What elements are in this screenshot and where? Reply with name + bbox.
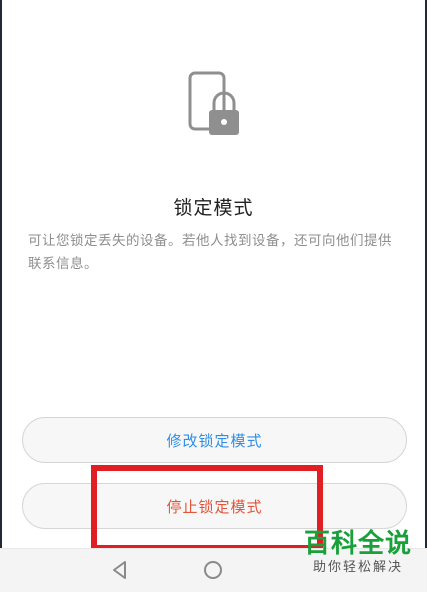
modify-lock-mode-button[interactable]: 修改锁定模式: [22, 417, 407, 463]
watermark-main-text: 百科全说: [303, 529, 412, 559]
highlight-annotation-box: [91, 465, 323, 551]
back-icon[interactable]: [110, 560, 130, 580]
home-icon[interactable]: [204, 561, 222, 579]
phone-lock-icon: [185, 70, 245, 140]
page-title: 锁定模式: [173, 197, 254, 219]
left-edge-bar: [0, 0, 2, 591]
lock-mode-description: 可让您锁定丢失的设备。若他人找到设备，还可向他们提供联系信息。: [28, 233, 392, 272]
watermark-logo: 百科全说 助你轻松解决: [296, 529, 420, 585]
watermark-sub-text: 助你轻松解决: [312, 560, 403, 575]
